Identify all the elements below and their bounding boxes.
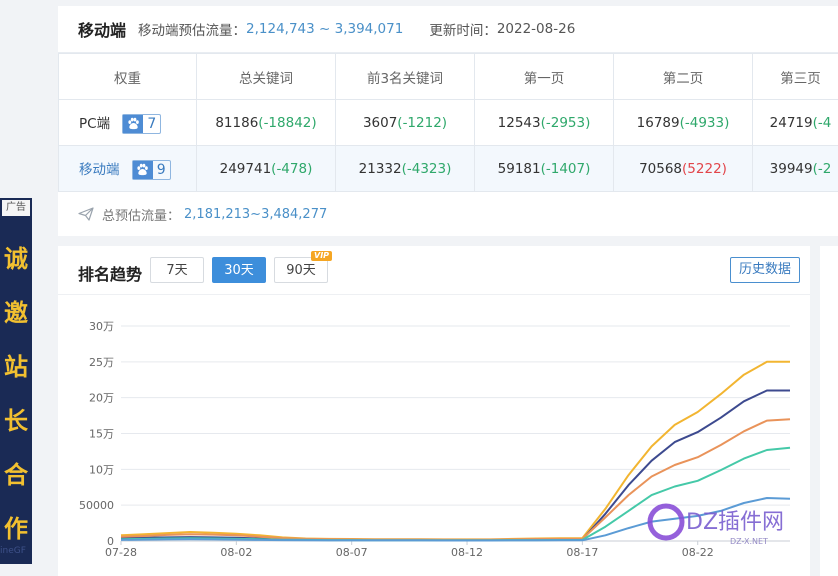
baidu-paw-icon xyxy=(133,161,153,179)
cell-change: (-4 xyxy=(813,115,832,131)
cell-change: (5222) xyxy=(682,161,727,177)
cell-change: (-2953) xyxy=(541,115,591,131)
weight-value: 9 xyxy=(153,161,170,179)
x-tick-label: 08-07 xyxy=(336,546,368,559)
table-header-row: 权重 总关键词 前3名关键词 第一页 第二页 第三页 xyxy=(59,54,838,100)
ad-char: 诚 xyxy=(1,232,31,286)
cell-value: 81186 xyxy=(215,115,258,131)
ad-watermark: ineGF xyxy=(0,546,26,556)
y-tick-label: 15万 xyxy=(89,428,114,441)
cell-value: 70568 xyxy=(639,161,682,177)
weight-badge: 7 xyxy=(122,114,161,134)
ad-char: 长 xyxy=(1,394,31,448)
column-header: 第一页 xyxy=(475,54,614,100)
y-tick-label: 30万 xyxy=(89,320,114,333)
cell-change: (-1212) xyxy=(397,115,447,131)
ad-tag: 广告 xyxy=(2,200,30,216)
cell-change: (-478) xyxy=(271,161,312,177)
cell-change: (-18842) xyxy=(258,115,316,131)
cell-value: 24719 xyxy=(770,115,813,131)
column-header: 权重 xyxy=(59,54,197,100)
ad-char: 邀 xyxy=(1,286,31,340)
column-header: 第二页 xyxy=(614,54,753,100)
traffic-value: 2,124,743 ~ 3,394,071 xyxy=(246,21,403,37)
table-cell: 249741(-478) xyxy=(197,146,336,192)
x-tick-label: 07-28 xyxy=(105,546,137,559)
dz-watermark-logo: DZ插件网 DZ-X.NET xyxy=(650,506,784,546)
cell-value: 59181 xyxy=(498,161,541,177)
rank-trend-card: 排名趋势 7天 30天 90天 VIP 历史数据 30万25万20万15万10万… xyxy=(58,246,810,576)
y-tick-label: 50000 xyxy=(79,499,114,512)
ad-banner[interactable]: 广告 诚 邀 站 长 合 作 ineGF xyxy=(0,198,32,564)
row-label: 移动端 9 xyxy=(59,146,197,192)
table-cell: 16789(-4933) xyxy=(614,100,753,146)
total-value: 2,181,213~3,484,277 xyxy=(184,207,327,222)
table-cell: 81186(-18842) xyxy=(197,100,336,146)
cell-change: (-2 xyxy=(813,161,832,177)
rank-trend-chart: 30万25万20万15万10万50000007-2808-0208-0708-1… xyxy=(58,246,810,576)
summary-title: 移动端 xyxy=(78,17,126,41)
row-name: PC端 xyxy=(79,116,110,132)
table-cell: 3607(-1212) xyxy=(336,100,475,146)
table-cell: 70568(5222) xyxy=(614,146,753,192)
ad-char: 合 xyxy=(1,448,31,502)
cell-change: (-1407) xyxy=(541,161,591,177)
y-tick-label: 20万 xyxy=(89,392,114,405)
column-header: 第三页 xyxy=(753,54,838,100)
baidu-paw-icon xyxy=(123,115,143,133)
watermark-sub: DZ-X.NET xyxy=(730,537,768,546)
weight-badge: 9 xyxy=(132,160,171,180)
summary-header: 移动端 移动端预估流量： 2,124,743 ~ 3,394,071 更新时间：… xyxy=(58,6,838,53)
table-cell: 39949(-2 xyxy=(753,146,838,192)
table-cell: 12543(-2953) xyxy=(475,100,614,146)
x-tick-label: 08-17 xyxy=(566,546,598,559)
cell-value: 39949 xyxy=(770,161,813,177)
total-label: 总预估流量： xyxy=(102,205,180,224)
watermark-text: DZ插件网 xyxy=(686,510,784,535)
keyword-summary-card: 移动端 移动端预估流量： 2,124,743 ~ 3,394,071 更新时间：… xyxy=(58,6,838,236)
x-tick-label: 08-22 xyxy=(682,546,714,559)
cell-value: 249741 xyxy=(220,161,272,177)
cell-change: (-4323) xyxy=(402,161,452,177)
cell-value: 16789 xyxy=(637,115,680,131)
update-label: 更新时间： xyxy=(429,19,497,39)
ad-char: 站 xyxy=(1,340,31,394)
weight-value: 7 xyxy=(143,115,160,133)
x-tick-label: 08-12 xyxy=(451,546,483,559)
table-cell: 59181(-1407) xyxy=(475,146,614,192)
row-label: PC端 7 xyxy=(59,100,197,146)
table-row-mobile[interactable]: 移动端 9 249741(-478) 21332(-4323) 59181(-1… xyxy=(59,146,838,192)
cell-value: 12543 xyxy=(498,115,541,131)
row-name: 移动端 xyxy=(79,162,120,178)
traffic-label: 移动端预估流量： xyxy=(138,19,246,39)
y-tick-label: 25万 xyxy=(89,356,114,369)
cell-value: 3607 xyxy=(363,115,397,131)
total-traffic: 总预估流量： 2,181,213~3,484,277 xyxy=(58,192,838,236)
x-tick-label: 08-02 xyxy=(220,546,252,559)
table-cell: 24719(-4 xyxy=(753,100,838,146)
column-header: 前3名关键词 xyxy=(336,54,475,100)
cell-value: 21332 xyxy=(359,161,402,177)
table-row-pc[interactable]: PC端 7 81186(-18842) 3607(-1212) 12543(-2… xyxy=(59,100,838,146)
y-tick-label: 10万 xyxy=(89,463,114,476)
update-value: 2022-08-26 xyxy=(497,21,575,37)
side-panel xyxy=(820,246,838,576)
table-cell: 21332(-4323) xyxy=(336,146,475,192)
send-icon xyxy=(78,207,94,221)
keyword-table: 权重 总关键词 前3名关键词 第一页 第二页 第三页 PC端 7 81186(-… xyxy=(58,53,838,192)
column-header: 总关键词 xyxy=(197,54,336,100)
cell-change: (-4933) xyxy=(680,115,730,131)
ad-chars: 诚 邀 站 长 合 作 xyxy=(1,232,31,556)
